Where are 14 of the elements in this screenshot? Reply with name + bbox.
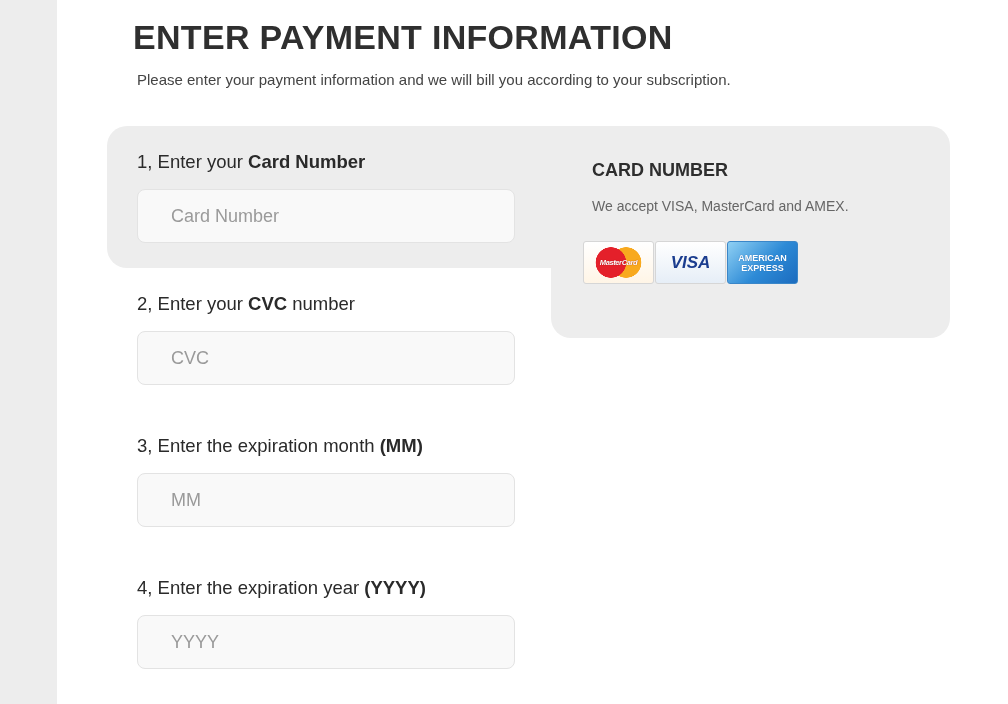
field-label: 3, Enter the expiration month (MM) xyxy=(137,435,423,457)
page-subtitle: Please enter your payment information and we will bill you according to your subscription. xyxy=(137,70,731,90)
field-label: 4, Enter the expiration year (YYYY) xyxy=(137,577,426,599)
info-text: We accept VISA, MasterCard and AMEX. xyxy=(592,197,849,216)
input-field[interactable]: Card Number xyxy=(137,189,515,243)
page-title: ENTER PAYMENT INFORMATION xyxy=(133,17,673,57)
card-logo: VISA xyxy=(655,241,726,284)
card-logo: AMERICAN EXPRESS xyxy=(727,241,798,284)
input-field[interactable]: YYYY xyxy=(137,615,515,669)
info-title: CARD NUMBER xyxy=(592,159,728,181)
field-label: 1, Enter your Card Number xyxy=(137,151,366,173)
input-field[interactable]: CVC xyxy=(137,331,515,385)
input-field[interactable]: MM xyxy=(137,473,515,527)
field-label: 2, Enter your CVC number xyxy=(137,293,355,315)
